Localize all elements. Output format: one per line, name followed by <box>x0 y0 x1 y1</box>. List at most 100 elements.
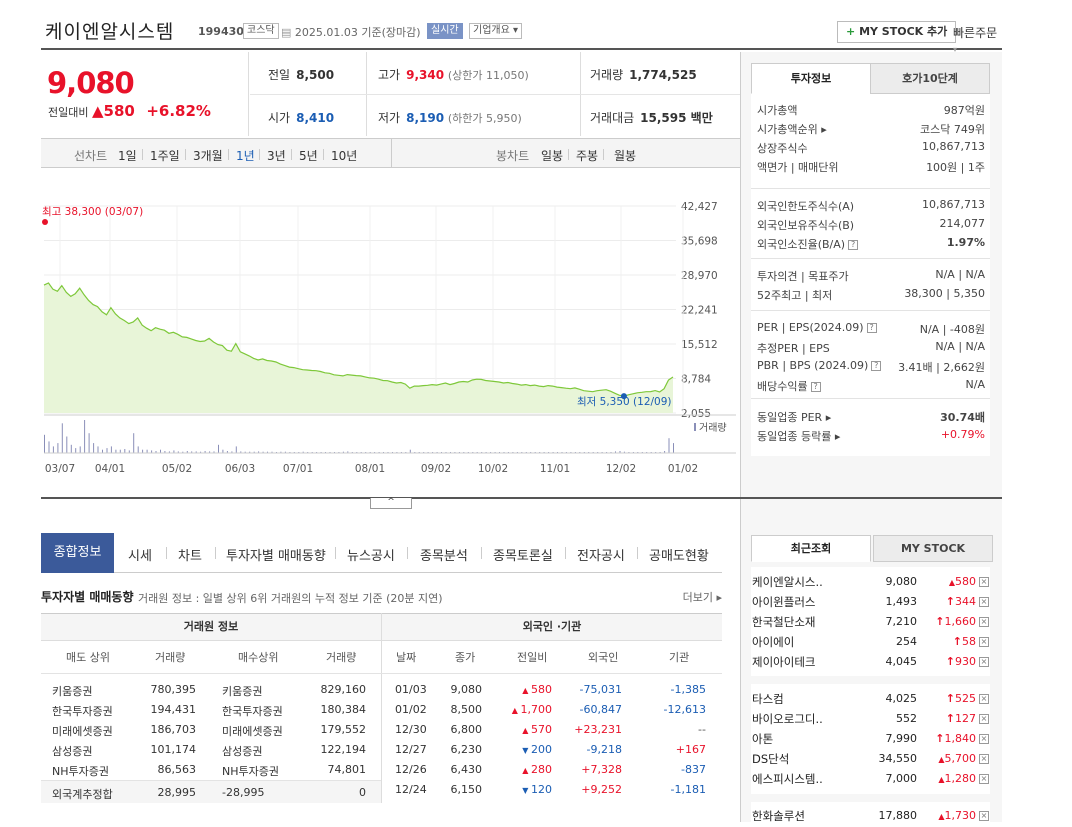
recent-item[interactable]: 타스컴 4,025 ↑525 × <box>751 690 991 710</box>
tab-discussion[interactable]: 종목토론실 <box>493 545 553 564</box>
foreign-estimate-buy: -28,995 <box>222 786 265 799</box>
recent-item[interactable]: 바이오로그디.. 552 ↑127 × <box>751 710 991 730</box>
remove-icon[interactable]: × <box>979 617 989 627</box>
foreign-close: 9,080 <box>450 683 483 696</box>
foreign-change: ▼ 200 <box>500 743 552 756</box>
upper-limit-arrow-icon: ↑ <box>945 595 955 608</box>
volume-bar <box>88 433 90 453</box>
up-triangle-icon: ▲ <box>522 726 531 735</box>
price-chart[interactable]: 42,427 35,698 28,970 22,241 15,512 8,784 2,055… <box>41 190 740 480</box>
expand-toggle-button[interactable]: ^ <box>370 498 412 509</box>
candle-weekly[interactable]: 주봉 <box>576 147 598 164</box>
quick-order-button[interactable]: 빠른주문 ▾ <box>953 24 1002 55</box>
period-1d[interactable]: 1일 <box>118 147 137 164</box>
tab-hoga-10[interactable]: 호가10단계 <box>870 63 990 94</box>
help-icon[interactable]: ? <box>866 323 877 333</box>
remove-icon[interactable]: × <box>979 694 989 704</box>
tab-news[interactable]: 뉴스공시 <box>347 545 395 564</box>
candle-chart-label: 봉차트 <box>496 149 530 163</box>
recent-item[interactable]: 케이엔알시스.. 9,080 ▲580 × <box>751 573 991 593</box>
x-tick-label: 10/02 <box>478 463 508 475</box>
tab-overview[interactable]: 종합정보 <box>41 533 114 573</box>
foreign-change-value: 200 <box>531 743 552 756</box>
tab-mystock[interactable]: MY STOCK <box>873 535 993 562</box>
realtime-badge[interactable]: 실시간 <box>427 23 463 39</box>
broker-buy-volume: 74,801 <box>327 763 367 776</box>
period-10y[interactable]: 10년 <box>331 147 357 164</box>
stat-open: 시가 8,410 <box>268 111 335 125</box>
institution-net: -- <box>698 723 706 736</box>
tab-investor-trading[interactable]: 투자자별 매매동향 <box>226 545 326 564</box>
foreign-close: 8,500 <box>450 703 483 716</box>
period-3y[interactable]: 3년 <box>267 147 286 164</box>
remove-icon[interactable]: × <box>979 657 989 667</box>
recent-item[interactable]: 한국철단소재 7,210 ↑1,660 × <box>751 613 991 633</box>
period-1y[interactable]: 1년 <box>236 147 255 164</box>
recent-item[interactable]: DS단석 34,550 ▲5,700 × <box>751 750 991 770</box>
foreign-change: ▼ 120 <box>500 783 552 796</box>
stock-code: 199430 <box>198 25 244 38</box>
recent-name: 바이오로그디.. <box>752 712 823 726</box>
recent-name: DS단석 <box>752 752 790 766</box>
volume-bar <box>84 420 86 453</box>
company-overview-button[interactable]: 기업개요 ▾ <box>469 23 522 39</box>
tab-analysis[interactable]: 종목분석 <box>420 545 468 564</box>
help-icon[interactable]: ? <box>871 361 882 371</box>
info-key: 배당수익률? <box>757 378 821 394</box>
tab-investment-info[interactable]: 투자정보 <box>751 63 871 94</box>
recent-price: 254 <box>896 635 917 648</box>
info-key-text: 52주최고 | 최저 <box>757 289 833 302</box>
broker-buy-name: 키움증권 <box>222 685 263 698</box>
recent-change: ↑58 <box>953 635 976 648</box>
tab-disclosure[interactable]: 전자공시 <box>577 545 625 564</box>
remove-icon[interactable]: × <box>979 774 989 784</box>
add-mystock-button[interactable]: + MY STOCK 추가 <box>837 21 957 43</box>
recent-item[interactable]: 한화솔루션 17,880 ▲1,730 × <box>751 807 991 827</box>
foreign-col-header: 종가 <box>455 651 476 664</box>
x-tick-label: 05/02 <box>162 463 192 475</box>
recent-price: 4,025 <box>885 692 918 705</box>
info-row: 외국인소진율(B/A)? 1.97% <box>757 234 985 252</box>
candle-monthly[interactable]: 월봉 <box>614 147 636 164</box>
remove-icon[interactable]: × <box>979 597 989 607</box>
up-triangle-icon: ▲ <box>522 686 531 695</box>
period-5y[interactable]: 5년 <box>299 147 318 164</box>
tab-quote[interactable]: 시세 <box>128 545 152 564</box>
recent-name: 케이엔알시스.. <box>752 575 823 589</box>
recent-price: 7,990 <box>885 732 918 745</box>
recent-name: 에스피시스템.. <box>752 772 823 786</box>
remove-icon[interactable]: × <box>979 811 989 821</box>
help-icon[interactable]: ? <box>848 240 859 250</box>
help-icon[interactable]: ? <box>810 382 821 392</box>
info-value: 38,300 | 5,350 <box>904 287 985 300</box>
info-value: 3.41배 | 2,662원 <box>898 361 985 374</box>
info-value: 987억원 <box>943 104 985 117</box>
recent-item[interactable]: 제이아이테크 4,045 ↑930 × <box>751 653 991 673</box>
recent-price: 34,550 <box>878 752 918 765</box>
candle-daily[interactable]: 일봉 <box>541 147 563 164</box>
foreign-change-value: 580 <box>531 683 552 696</box>
period-1w[interactable]: 1주일 <box>150 147 180 164</box>
info-row: 액면가 | 매매단위 100원 | 1주 <box>757 157 985 175</box>
tab-short-selling[interactable]: 공매도현황 <box>649 545 709 564</box>
remove-icon[interactable]: × <box>979 637 989 647</box>
recent-item[interactable]: 에스피시스템.. 7,000 ▲1,280 × <box>751 770 991 790</box>
foreign-net: +7,328 <box>581 763 622 776</box>
remove-icon[interactable]: × <box>979 734 989 744</box>
info-key-text: 시가총액순위 ▸ <box>757 123 827 136</box>
foreign-date: 01/02 <box>395 703 427 716</box>
date-text: ▤ 2025.01.03 기준(장마감) <box>281 24 421 40</box>
recent-item[interactable]: 아이에이 254 ↑58 × <box>751 633 991 653</box>
tab-chart[interactable]: 차트 <box>178 545 202 564</box>
remove-icon[interactable]: × <box>979 714 989 724</box>
quick-order-label: 빠른주문 <box>953 26 998 40</box>
tab-recent[interactable]: 최근조회 <box>751 535 871 562</box>
recent-item[interactable]: 아톤 7,990 ↑1,840 × <box>751 730 991 750</box>
info-key: 외국인소진율(B/A)? <box>757 236 859 252</box>
recent-item[interactable]: 아이윈플러스 1,493 ↑344 × <box>751 593 991 613</box>
more-link[interactable]: 더보기 ▸ <box>683 589 722 605</box>
remove-icon[interactable]: × <box>979 577 989 587</box>
period-3m[interactable]: 3개월 <box>193 147 223 164</box>
remove-icon[interactable]: × <box>979 754 989 764</box>
recent-price: 9,080 <box>885 575 918 588</box>
